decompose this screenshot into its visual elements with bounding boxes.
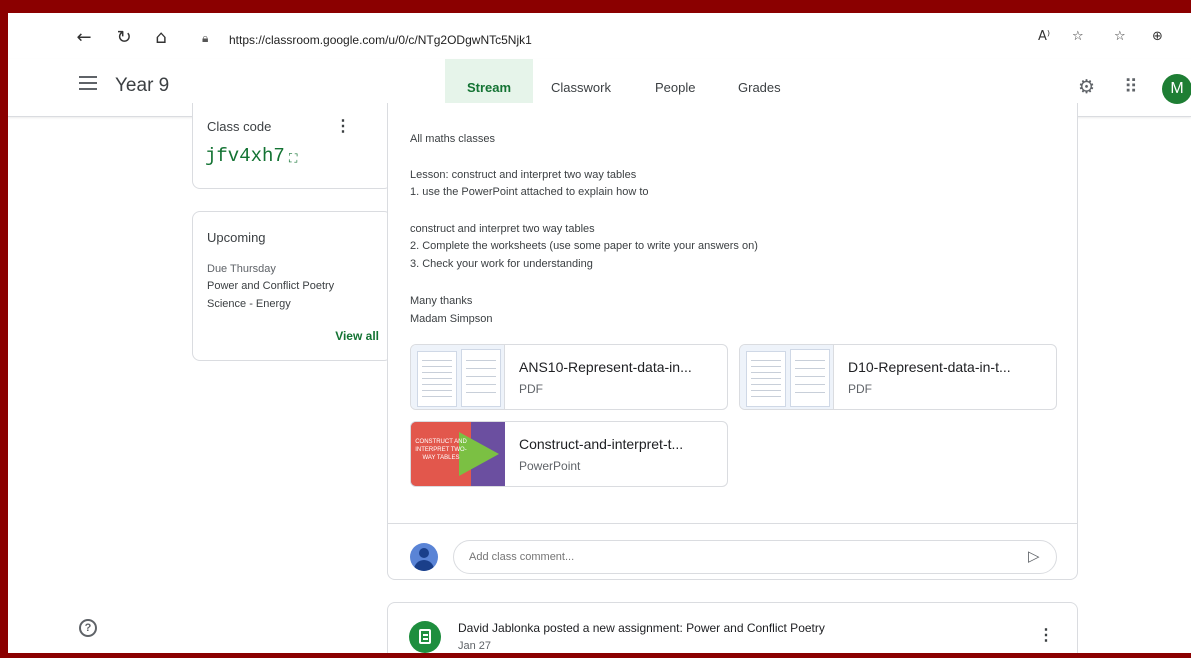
address-bar[interactable]: 🔒︎ https://classroom.google.com/u/0/c/NT… xyxy=(186,27,1186,53)
assignment-post-title[interactable]: David Jablonka posted a new assignment: … xyxy=(458,621,825,635)
post-text-line: 2. Complete the worksheets (use some pap… xyxy=(410,240,758,252)
upcoming-item-poetry[interactable]: Power and Conflict Poetry xyxy=(207,280,334,292)
post-text-line: construct and interpret two way tables xyxy=(410,223,595,235)
lock-icon: 🔒︎ xyxy=(202,31,209,45)
avatar[interactable]: M xyxy=(1162,74,1191,104)
settings-gear-icon[interactable]: ⚙ xyxy=(1078,76,1095,98)
collections-icon[interactable]: ⊕ xyxy=(1152,29,1163,44)
post-text-line: 3. Check your work for understanding xyxy=(410,258,593,270)
post-text-line: Many thanks xyxy=(410,295,473,307)
fullscreen-icon[interactable]: ⛶ xyxy=(289,151,297,166)
home-icon[interactable]: ⌂ xyxy=(149,26,173,50)
class-code-label: Class code xyxy=(207,119,272,134)
post-text-line: Madam Simpson xyxy=(410,313,493,325)
browser-toolbar: ← ↻ ⌂ 🔒︎ https://classroom.google.com/u/… xyxy=(8,13,1191,59)
thumbnail-text: CONSTRUCT AND INTERPRET TWO-WAY TABLES xyxy=(415,439,467,461)
class-code-value: jfv4xh7 xyxy=(205,145,285,167)
hamburger-menu-icon[interactable] xyxy=(79,76,97,90)
apps-grid-icon[interactable]: ⠿ xyxy=(1124,76,1138,98)
more-vert-icon[interactable]: ⋮ xyxy=(1038,625,1054,645)
upcoming-item-science[interactable]: Science - Energy xyxy=(207,298,291,310)
back-arrow-icon[interactable]: ← xyxy=(72,26,96,50)
favorites-icon[interactable]: ☆ xyxy=(1114,29,1126,44)
attachment-name: ANS10-Represent-data-in... xyxy=(519,359,692,375)
post-text-line: All maths classes xyxy=(410,133,495,145)
assignment-post-date: Jan 27 xyxy=(458,640,492,652)
pdf-thumbnail xyxy=(411,345,505,409)
attachment-type: PDF xyxy=(848,382,872,396)
divider xyxy=(388,523,1077,524)
upcoming-due: Due Thursday xyxy=(207,263,276,275)
help-icon[interactable]: ? xyxy=(79,619,97,637)
assignment-post[interactable]: David Jablonka posted a new assignment: … xyxy=(387,602,1078,653)
more-vert-icon[interactable]: ⋮ xyxy=(335,116,351,136)
read-aloud-icon[interactable]: A⁾ xyxy=(1038,29,1050,44)
attachment-name: D10-Represent-data-in-t... xyxy=(848,359,1011,375)
post-text-line: Lesson: construct and interpret two way … xyxy=(410,169,637,181)
browser-window: ← ↻ ⌂ 🔒︎ https://classroom.google.com/u/… xyxy=(8,13,1191,653)
add-favorite-icon[interactable]: ☆ xyxy=(1072,29,1084,44)
attachment-name: Construct-and-interpret-t... xyxy=(519,436,684,452)
upcoming-title: Upcoming xyxy=(207,230,266,245)
send-icon[interactable]: ▷ xyxy=(1028,547,1040,565)
upcoming-card: Upcoming Due Thursday Power and Conflict… xyxy=(192,211,392,361)
powerpoint-thumbnail: CONSTRUCT AND INTERPRET TWO-WAY TABLES xyxy=(411,422,505,486)
user-avatar-icon xyxy=(410,543,438,571)
class-comment-input[interactable] xyxy=(453,540,1057,574)
pdf-thumbnail xyxy=(740,345,834,409)
attachment-pdf-ans10[interactable]: ANS10-Represent-data-in... PDF xyxy=(410,344,728,410)
class-title[interactable]: Year 9 xyxy=(115,75,169,97)
announcement-post: All maths classes Lesson: construct and … xyxy=(387,103,1078,580)
reload-icon[interactable]: ↻ xyxy=(112,26,136,50)
class-code-card: Class code ⋮ jfv4xh7 ⛶ xyxy=(192,103,392,189)
attachment-powerpoint[interactable]: CONSTRUCT AND INTERPRET TWO-WAY TABLES C… xyxy=(410,421,728,487)
attachment-pdf-d10[interactable]: D10-Represent-data-in-t... PDF xyxy=(739,344,1057,410)
view-all-link[interactable]: View all xyxy=(335,329,379,343)
assignment-icon xyxy=(409,621,441,653)
attachment-type: PDF xyxy=(519,382,543,396)
post-text-line: 1. use the PowerPoint attached to explai… xyxy=(410,186,649,198)
attachment-type: PowerPoint xyxy=(519,459,581,473)
url-text[interactable]: https://classroom.google.com/u/0/c/NTg2O… xyxy=(229,33,532,47)
